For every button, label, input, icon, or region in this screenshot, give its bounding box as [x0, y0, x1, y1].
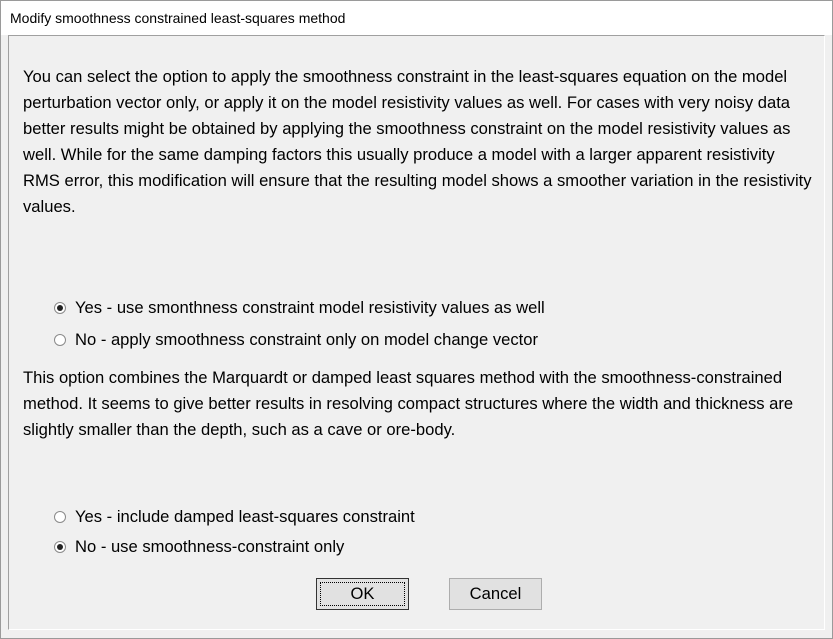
radio-no-smoothness-change-vector[interactable]: No - apply smoothness constraint only on… — [54, 328, 538, 352]
radio-label: Yes - use smonthness constraint model re… — [75, 298, 545, 317]
cancel-button[interactable]: Cancel — [449, 578, 542, 610]
radio-label: No - apply smoothness constraint only on… — [75, 330, 539, 349]
description-smoothness-option: You can select the option to apply the s… — [23, 67, 812, 216]
radio-label: Yes - include damped least-squares const… — [75, 507, 415, 526]
radio-button-icon[interactable] — [54, 302, 66, 314]
window-title: Modify smoothness constrained least-squa… — [10, 10, 346, 26]
radio-label: No - use smoothness-constraint only — [75, 537, 345, 556]
radio-selected-dot — [57, 544, 63, 550]
radio-button-icon[interactable] — [54, 541, 66, 553]
radio-selected-dot — [57, 305, 63, 311]
radio-yes-damped-least-squares[interactable]: Yes - include damped least-squares const… — [54, 505, 415, 529]
radio-button-icon[interactable] — [54, 511, 66, 523]
ok-button[interactable]: OK — [316, 578, 409, 610]
radio-no-smoothness-only[interactable]: No - use smoothness-constraint only — [54, 535, 344, 559]
radio-button-icon[interactable] — [54, 334, 66, 346]
radio-yes-smoothness-resistivity[interactable]: Yes - use smonthness constraint model re… — [54, 296, 545, 320]
title-bar[interactable]: Modify smoothness constrained least-squa… — [1, 1, 832, 35]
description-damped-option: This option combines the Marquardt or da… — [23, 368, 794, 439]
